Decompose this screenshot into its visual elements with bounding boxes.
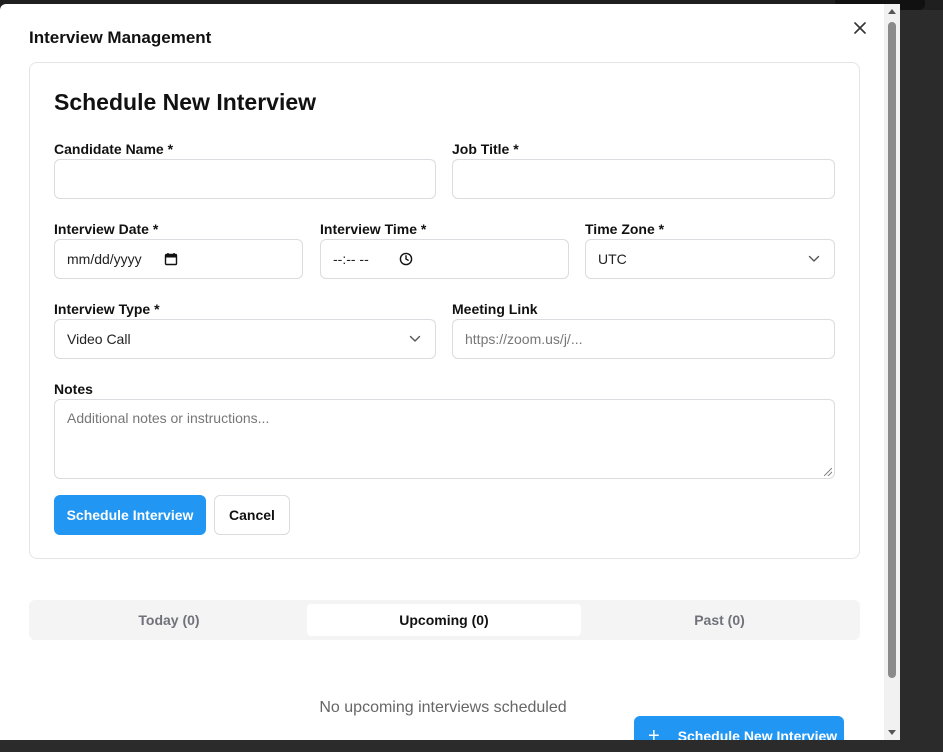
interview-time-label: Interview Time * bbox=[320, 221, 427, 237]
schedule-new-interview-button[interactable]: + Schedule New Interview bbox=[634, 716, 844, 740]
scroll-up-arrow-icon[interactable] bbox=[888, 9, 896, 14]
notes-label: Notes bbox=[54, 381, 93, 397]
interview-type-select[interactable]: Video Call bbox=[54, 319, 436, 359]
empty-state-message: No upcoming interviews scheduled bbox=[319, 699, 567, 716]
job-title-input[interactable] bbox=[452, 159, 835, 199]
tab-upcoming[interactable]: Upcoming (0) bbox=[307, 604, 581, 636]
plus-icon: + bbox=[648, 725, 660, 740]
interview-time-input[interactable]: --:-- -- bbox=[320, 239, 569, 279]
close-button[interactable] bbox=[850, 18, 870, 38]
tab-today[interactable]: Today (0) bbox=[33, 604, 305, 636]
tab-past[interactable]: Past (0) bbox=[583, 604, 856, 636]
meeting-link-placeholder: https://zoom.us/j/... bbox=[465, 331, 583, 347]
close-icon bbox=[854, 22, 866, 34]
dialog-title: Interview Management bbox=[29, 28, 212, 47]
candidate-name-label: Candidate Name * bbox=[54, 141, 174, 157]
time-placeholder: --:-- -- bbox=[333, 251, 369, 267]
interview-tabs: Today (0) Upcoming (0) Past (0) bbox=[29, 600, 860, 640]
time-zone-label: Time Zone * bbox=[585, 221, 665, 237]
interview-type-label: Interview Type * bbox=[54, 301, 160, 317]
cancel-button[interactable]: Cancel bbox=[214, 495, 290, 535]
schedule-interview-button[interactable]: Schedule Interview bbox=[54, 495, 206, 535]
interview-type-value: Video Call bbox=[67, 331, 131, 347]
time-zone-select[interactable]: UTC bbox=[585, 239, 835, 279]
interview-date-input[interactable]: mm/dd/yyyy bbox=[54, 239, 303, 279]
meeting-link-label: Meeting Link bbox=[452, 301, 538, 317]
time-zone-value: UTC bbox=[598, 251, 627, 267]
notes-placeholder: Additional notes or instructions... bbox=[67, 410, 270, 426]
job-title-label: Job Title * bbox=[452, 141, 519, 157]
schedule-interview-card: Schedule New Interview Candidate Name * … bbox=[29, 62, 860, 559]
interview-management-dialog: Interview Management Schedule New Interv… bbox=[0, 4, 900, 740]
scrollbar[interactable] bbox=[884, 4, 900, 740]
scrollbar-thumb[interactable] bbox=[888, 22, 896, 678]
fab-label: Schedule New Interview bbox=[677, 728, 838, 740]
chevron-down-icon bbox=[808, 255, 820, 262]
resize-handle[interactable] bbox=[824, 468, 832, 476]
form-title: Schedule New Interview bbox=[54, 89, 317, 115]
interview-date-label: Interview Date * bbox=[54, 221, 159, 237]
scroll-down-arrow-icon[interactable] bbox=[888, 730, 896, 735]
meeting-link-input[interactable]: https://zoom.us/j/... bbox=[452, 319, 835, 359]
date-placeholder: mm/dd/yyyy bbox=[67, 251, 142, 267]
chevron-down-icon bbox=[409, 335, 421, 342]
candidate-name-input[interactable] bbox=[54, 159, 436, 199]
clock-icon[interactable] bbox=[399, 252, 413, 266]
notes-textarea[interactable]: Additional notes or instructions... bbox=[54, 399, 835, 479]
calendar-icon[interactable] bbox=[164, 252, 178, 266]
